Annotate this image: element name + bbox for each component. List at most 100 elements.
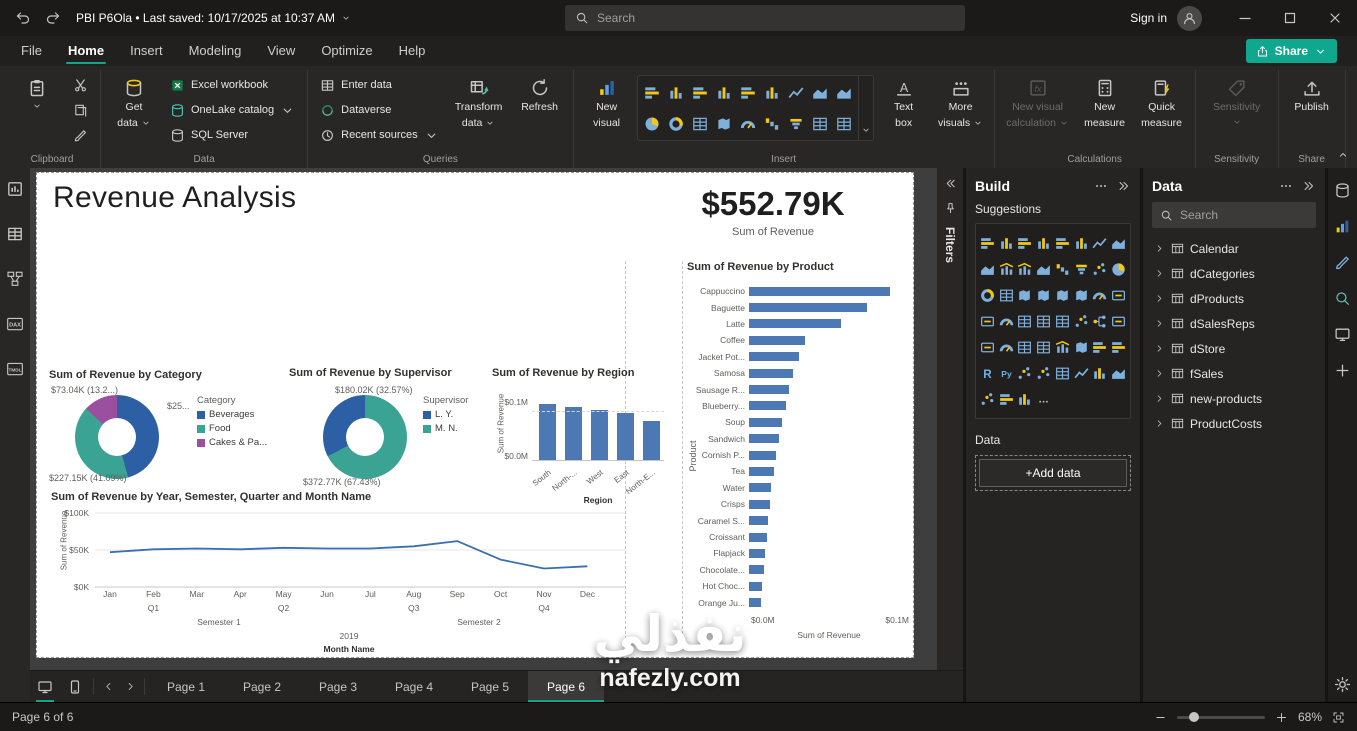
timeline-slicer-icon[interactable]	[1054, 365, 1071, 382]
line-and-clustered-column-chart-icon[interactable]	[1016, 261, 1033, 278]
chevron-right-icon[interactable]	[1154, 318, 1165, 329]
mobile-layout-button[interactable]	[60, 671, 90, 702]
table-item-dCategories[interactable]: dCategories	[1152, 261, 1316, 286]
matrix-icon[interactable]	[1054, 313, 1071, 330]
table-icon[interactable]	[1035, 313, 1052, 330]
close-button[interactable]	[1312, 0, 1357, 36]
table-item-fSales[interactable]: fSales	[1152, 361, 1316, 386]
waterfall-chart-icon[interactable]	[760, 108, 784, 139]
gantt-chart-icon[interactable]	[1091, 339, 1108, 356]
clustered-bar-chart-icon[interactable]	[688, 77, 712, 108]
share-button[interactable]: Share	[1246, 39, 1337, 63]
format-pane-icon[interactable]	[1334, 254, 1351, 271]
refresh-button[interactable]: Refresh	[513, 70, 567, 146]
table-item-ProductCosts[interactable]: ProductCosts	[1152, 411, 1316, 436]
network-chart-icon[interactable]	[1035, 365, 1052, 382]
table-item-Calendar[interactable]: Calendar	[1152, 236, 1316, 261]
add-data-button[interactable]: +Add data	[979, 459, 1127, 487]
word-cloud-icon[interactable]	[1016, 365, 1033, 382]
pie-chart-icon[interactable]	[640, 108, 664, 139]
analytics-pane-icon[interactable]	[1334, 290, 1351, 307]
map-icon[interactable]	[1016, 287, 1033, 304]
azure-map-icon[interactable]	[1073, 287, 1090, 304]
model-view-button[interactable]	[6, 270, 24, 291]
data-pane-icon[interactable]	[1334, 182, 1351, 199]
format-painter-button[interactable]	[67, 123, 94, 147]
map-icon[interactable]	[712, 108, 736, 139]
donut-chart-icon[interactable]	[979, 287, 996, 304]
pin-icon[interactable]	[944, 202, 957, 215]
100-stacked-bar-chart-icon[interactable]	[1054, 235, 1071, 252]
prep-data-for-copilot-button[interactable]: Prep data for C AI	[1352, 70, 1357, 146]
page-tab-page-4[interactable]: Page 4	[376, 671, 452, 702]
stacked-bar-chart-icon[interactable]	[640, 77, 664, 108]
table-item-dProducts[interactable]: dProducts	[1152, 286, 1316, 311]
excel-workbook-button[interactable]: Excel workbook	[164, 73, 301, 97]
donut-chart-revenue-by-supervisor[interactable]: Sum of Revenue by Supervisor Supervisor …	[289, 367, 487, 491]
global-search-input[interactable]	[597, 11, 955, 25]
page-tab-page-6[interactable]: Page 6	[528, 671, 604, 702]
100-stacked-bar-chart-icon[interactable]	[736, 77, 760, 108]
stacked-column-chart-icon[interactable]	[998, 235, 1015, 252]
pie-chart-icon[interactable]	[1110, 261, 1127, 278]
bullet-chart-icon[interactable]	[1110, 339, 1127, 356]
line-and-stacked-column-chart-icon[interactable]	[998, 261, 1015, 278]
table-view-button[interactable]	[6, 225, 24, 246]
chevron-right-icon[interactable]	[1154, 268, 1165, 279]
bar-chart-revenue-by-product[interactable]: Sum of Revenue by Product Product Cappuc…	[687, 261, 909, 657]
donut-chart-icon[interactable]	[664, 108, 688, 139]
avatar[interactable]	[1177, 6, 1202, 31]
custom-visual-icon[interactable]	[1016, 391, 1033, 408]
redo-button[interactable]	[38, 3, 68, 33]
more-visuals-button[interactable]: More visuals	[934, 70, 988, 146]
page-tab-page-3[interactable]: Page 3	[300, 671, 376, 702]
enter-data-button[interactable]: Enter data	[314, 73, 444, 97]
q-and-a-icon[interactable]	[1110, 313, 1127, 330]
line-chart-revenue-by-month[interactable]: Sum of Revenue by Year, Semester, Quarte…	[51, 491, 685, 657]
sparkline-icon[interactable]	[1073, 365, 1090, 382]
zoom-slider-thumb[interactable]	[1189, 712, 1199, 722]
more-options-icon[interactable]	[1279, 179, 1293, 193]
stacked-bar-chart-icon[interactable]	[979, 235, 996, 252]
treemap-icon[interactable]	[688, 108, 712, 139]
visual-gallery-dropdown[interactable]	[858, 76, 873, 140]
funnel-chart-icon[interactable]	[1073, 261, 1090, 278]
chevron-right-icon[interactable]	[1154, 393, 1165, 404]
metrics-icon[interactable]	[998, 339, 1015, 356]
page-tab-page-1[interactable]: Page 1	[148, 671, 224, 702]
menu-view[interactable]: View	[254, 36, 308, 66]
next-page-button[interactable]	[119, 671, 141, 702]
more-options-icon[interactable]	[1094, 179, 1108, 193]
collapse-pane-icon[interactable]	[1117, 179, 1131, 193]
ribbon-chart-icon[interactable]	[1035, 261, 1052, 278]
legend-item[interactable]: M. N.	[423, 423, 468, 434]
get-data-button[interactable]: Get data	[107, 70, 161, 146]
chevron-right-icon[interactable]	[1154, 293, 1165, 304]
undo-button[interactable]	[8, 3, 38, 33]
donut-chart-revenue-by-category[interactable]: Sum of Revenue by Category Category Beve…	[49, 369, 281, 493]
area-chart-icon[interactable]	[808, 77, 832, 108]
chevron-down-icon[interactable]	[341, 13, 351, 23]
table-icon[interactable]	[808, 108, 832, 139]
transform-data-button[interactable]: Transform data	[448, 70, 510, 146]
chevron-right-icon[interactable]	[1154, 343, 1165, 354]
recent-sources-button[interactable]: Recent sources	[314, 123, 444, 147]
histogram-icon[interactable]	[1091, 365, 1108, 382]
table-item-dStore[interactable]: dStore	[1152, 336, 1316, 361]
table-item-dSalesReps[interactable]: dSalesReps	[1152, 311, 1316, 336]
100-stacked-column-chart-icon[interactable]	[1073, 235, 1090, 252]
legend-item[interactable]: Beverages	[197, 409, 267, 420]
chevron-right-icon[interactable]	[1154, 368, 1165, 379]
stacked-area-chart-icon[interactable]	[979, 261, 996, 278]
zoom-slider[interactable]	[1177, 716, 1265, 719]
settings-gear-icon[interactable]	[1334, 676, 1351, 693]
text-box-button[interactable]: A Text box	[877, 70, 931, 146]
desktop-layout-button[interactable]	[30, 671, 60, 702]
collapse-pane-icon[interactable]	[1302, 179, 1316, 193]
tornado-chart-icon[interactable]	[998, 391, 1015, 408]
clustered-bar-chart-icon[interactable]	[1016, 235, 1033, 252]
fit-to-page-icon[interactable]	[1332, 711, 1345, 724]
report-view-button[interactable]	[6, 180, 24, 201]
maximize-button[interactable]	[1267, 0, 1312, 36]
ribbon-collapse-button[interactable]	[1337, 149, 1349, 164]
